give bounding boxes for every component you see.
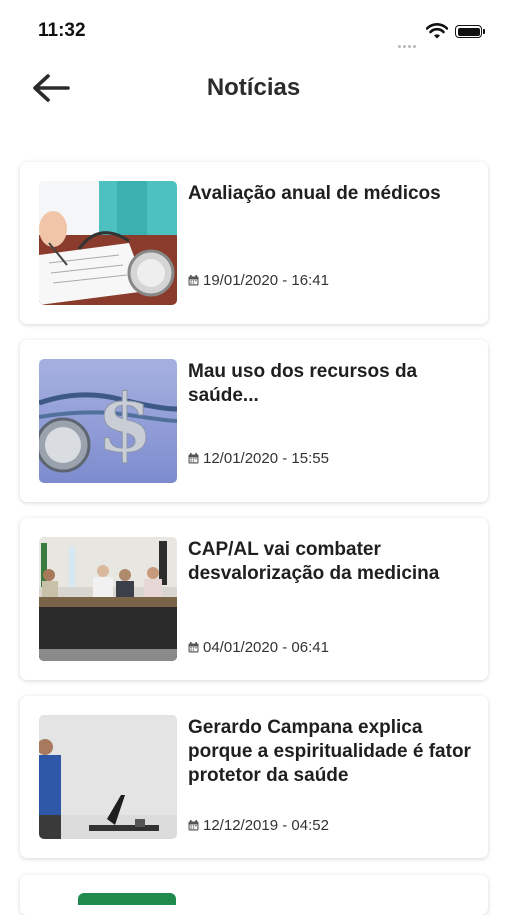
news-card[interactable]: Gerardo Campana explica porque a espirit… xyxy=(20,696,488,858)
calendar-icon xyxy=(188,453,199,464)
news-date: 12/12/2019 - 04:52 xyxy=(188,817,329,834)
news-card[interactable]: Avaliação anual de médicos 19/01/2020 - … xyxy=(20,162,488,324)
news-card[interactable] xyxy=(20,875,488,915)
svg-text:$: $ xyxy=(97,376,153,470)
page-title: Notícias xyxy=(206,74,301,101)
news-thumbnail xyxy=(78,893,176,905)
news-thumbnail xyxy=(39,537,177,661)
header: Notícias xyxy=(0,60,507,120)
news-date-text: 04/01/2020 - 06:41 xyxy=(203,639,329,656)
news-title: Mau uso dos recursos da saúde... xyxy=(188,361,418,406)
status-bar: 11:32 xyxy=(0,0,507,60)
news-date: 19/01/2020 - 16:41 xyxy=(188,272,329,289)
news-date-text: 12/01/2020 - 15:55 xyxy=(203,450,329,467)
news-date-text: 19/01/2020 - 16:41 xyxy=(203,272,329,289)
news-list: Avaliação anual de médicos 19/01/2020 - … xyxy=(20,162,488,874)
news-date: 12/01/2020 - 15:55 xyxy=(188,450,329,467)
news-title: CAP/AL vai combater desvalorização da me… xyxy=(188,539,440,584)
battery-icon xyxy=(455,25,485,38)
news-card[interactable]: $ Mau uso dos recursos da saúde... 12/01… xyxy=(20,340,488,502)
wifi-icon xyxy=(425,23,449,44)
news-thumbnail xyxy=(39,181,177,305)
signal-icon xyxy=(398,35,420,48)
news-card[interactable]: CAP/AL vai combater desvalorização da me… xyxy=(20,518,488,680)
news-thumbnail xyxy=(39,715,177,839)
news-date-text: 12/12/2019 - 04:52 xyxy=(203,817,329,834)
calendar-icon xyxy=(188,275,199,286)
calendar-icon xyxy=(188,642,199,653)
status-time: 11:32 xyxy=(38,20,86,41)
news-title: Gerardo Campana explica porque a espirit… xyxy=(188,717,471,786)
news-date: 04/01/2020 - 06:41 xyxy=(188,639,329,656)
news-thumbnail: $ xyxy=(39,359,177,483)
calendar-icon xyxy=(188,820,199,831)
news-title: Avaliação anual de médicos xyxy=(188,183,441,204)
